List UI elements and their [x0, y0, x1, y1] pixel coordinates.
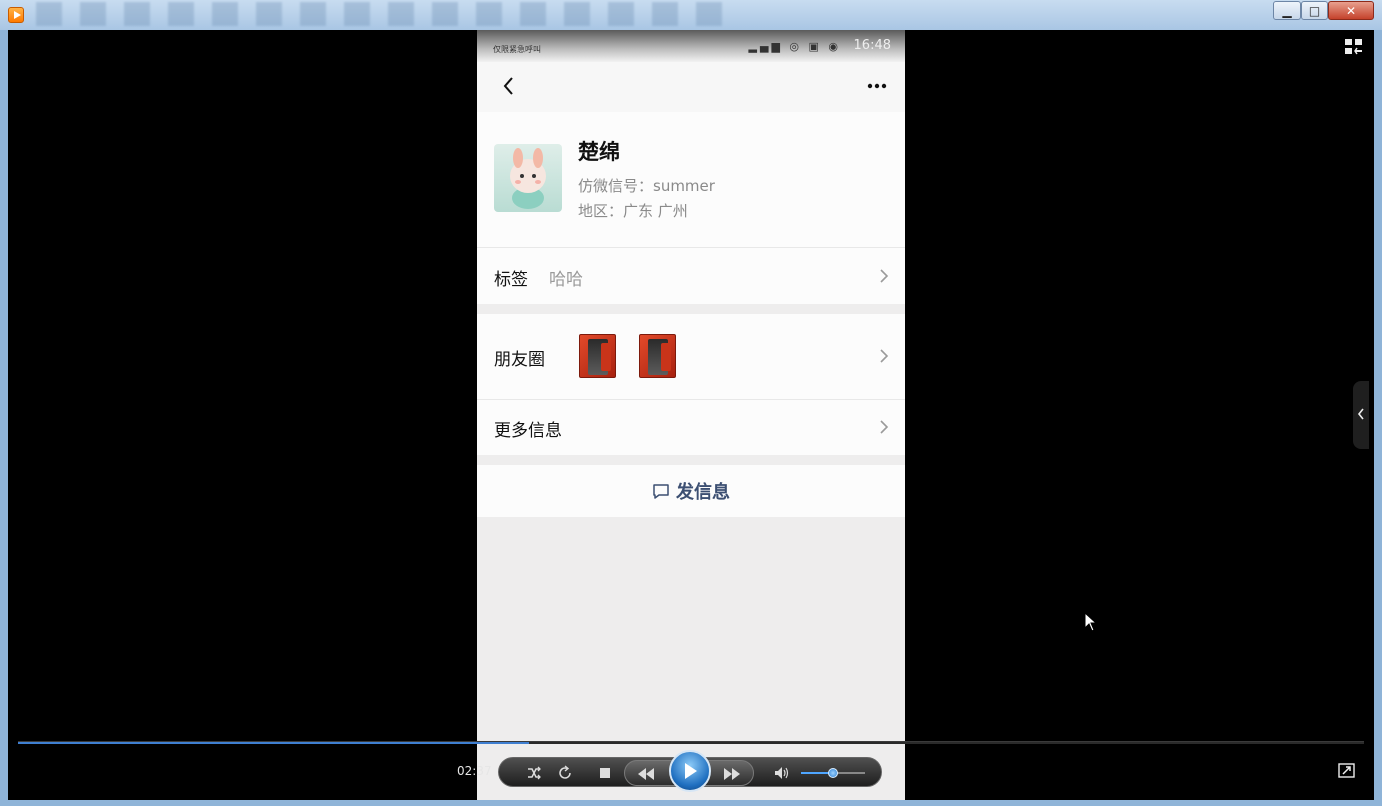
- more-info-label: 更多信息: [494, 421, 562, 441]
- chevron-left-icon[interactable]: [497, 74, 521, 98]
- status-time: 16:48: [853, 38, 891, 53]
- phone-status-bar: 仅限紧急呼叫 ▂▄▆ ◎ ▣ ◉ 16:48: [477, 30, 905, 62]
- send-message-button[interactable]: 发信息: [477, 465, 905, 517]
- current-time: 02:37: [457, 764, 492, 778]
- status-icons: ▂▄▆ ◎ ▣ ◉: [748, 40, 841, 53]
- chat-bubble-icon: [653, 484, 669, 499]
- shuffle-icon: [528, 766, 541, 780]
- moment-thumbnail[interactable]: [579, 334, 616, 378]
- popout-icon[interactable]: [1338, 763, 1355, 778]
- maximize-button[interactable]: □: [1301, 1, 1328, 20]
- shuffle-button[interactable]: [523, 762, 545, 784]
- seek-bar[interactable]: [18, 741, 1364, 744]
- media-player-window: ▁ □ ✕ 仅限紧急呼叫 ▂▄▆ ◎ ▣ ◉ 16:48 楚绵 仿微信号：sum…: [0, 0, 1382, 806]
- phone-nav-bar: [477, 62, 905, 112]
- profile-name: 楚绵: [578, 140, 620, 164]
- rewind-button[interactable]: [635, 763, 657, 785]
- side-panel-toggle[interactable]: [1353, 381, 1369, 449]
- more-info-row[interactable]: 更多信息: [477, 400, 905, 455]
- title-bar-blur: [36, 2, 736, 26]
- seek-bar-fill: [18, 742, 530, 744]
- moments-row[interactable]: 朋友圈: [477, 314, 905, 399]
- control-bar: [498, 750, 882, 792]
- tags-row[interactable]: 标签 哈哈: [477, 248, 905, 304]
- fast-forward-icon: [724, 768, 740, 780]
- carrier-text: 仅限紧急呼叫: [493, 45, 541, 54]
- profile-card: 楚绵 仿微信号：summer 地区：广东 广州: [477, 112, 905, 247]
- chevron-right-icon: [880, 269, 889, 283]
- close-button[interactable]: ✕: [1328, 1, 1374, 20]
- tags-label: 标签: [494, 270, 528, 290]
- avatar-figure-icon: [510, 148, 546, 209]
- stop-button[interactable]: [594, 762, 616, 784]
- send-message-label: 发信息: [676, 482, 730, 503]
- tags-value: 哈哈: [549, 270, 583, 290]
- media-player-icon: [8, 7, 24, 23]
- volume-slider[interactable]: [801, 768, 865, 778]
- volume-icon: [775, 767, 789, 779]
- moments-label: 朋友圈: [494, 350, 545, 370]
- play-button[interactable]: [669, 750, 711, 792]
- chevron-right-icon: [880, 349, 889, 363]
- chevron-left-icon: [1357, 408, 1364, 420]
- repeat-button[interactable]: [554, 762, 576, 784]
- volume-slider-knob[interactable]: [828, 768, 838, 778]
- repeat-icon: [559, 765, 571, 779]
- play-icon: [685, 763, 697, 779]
- avatar[interactable]: [494, 144, 562, 212]
- more-dots-icon[interactable]: [865, 74, 889, 98]
- chevron-right-icon: [880, 420, 889, 434]
- fast-forward-button[interactable]: [721, 763, 743, 785]
- window-bottom-border: [0, 800, 1382, 806]
- stop-icon: [600, 768, 610, 778]
- volume-button[interactable]: [771, 762, 793, 784]
- minimize-button[interactable]: ▁: [1273, 1, 1301, 20]
- title-bar[interactable]: ▁ □ ✕: [0, 0, 1382, 30]
- video-area[interactable]: 仅限紧急呼叫 ▂▄▆ ◎ ▣ ◉ 16:48 楚绵 仿微信号：summer 地区…: [8, 30, 1374, 800]
- profile-wechat-id: 仿微信号：summer: [578, 177, 715, 195]
- fullscreen-icon[interactable]: [1344, 38, 1364, 56]
- mouse-cursor-icon: [1084, 612, 1098, 632]
- rewind-icon: [638, 768, 654, 780]
- phone-video-frame: 仅限紧急呼叫 ▂▄▆ ◎ ▣ ◉ 16:48 楚绵 仿微信号：summer 地区…: [477, 30, 905, 800]
- moment-thumbnail[interactable]: [639, 334, 676, 378]
- profile-region: 地区：广东 广州: [578, 202, 688, 220]
